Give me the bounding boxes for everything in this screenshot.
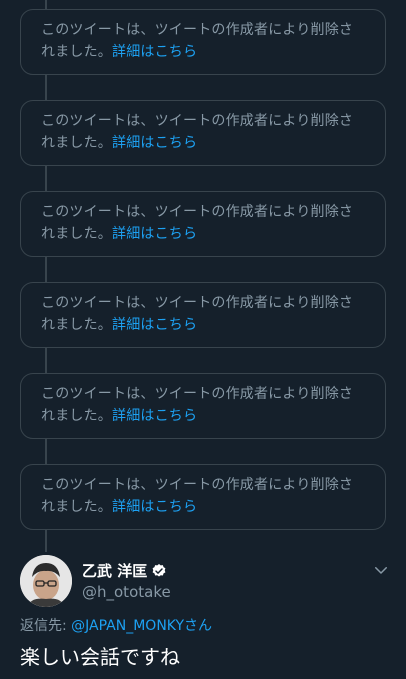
deleted-tweet-message-cont: れました。 [41,44,112,60]
deleted-tweet-message-cont: れました。 [41,135,112,151]
deleted-tweet-message-cont: れました。 [41,408,112,424]
tweet-text: 楽しい会話ですね [20,645,180,669]
deleted-tweet-message: このツイートは、ツイートの作成者により削除さ [41,477,354,493]
verified-badge-icon [152,564,166,577]
author-display-name[interactable]: 乙武 洋匡 [82,561,147,581]
deleted-tweet-message: このツイートは、ツイートの作成者により削除さ [41,295,354,311]
deleted-tweet-card[interactable]: このツイートは、ツイートの作成者により削除さ れました。詳細はこちら [20,9,386,75]
author-name-row[interactable]: 乙武 洋匡 [82,561,171,581]
tweet-author-row: 乙武 洋匡 @h_ototake [20,555,390,607]
learn-more-link[interactable]: 詳細はこちら [112,408,197,424]
author-handle[interactable]: @h_ototake [82,581,171,603]
learn-more-link[interactable]: 詳細はこちら [112,317,197,333]
learn-more-link[interactable]: 詳細はこちら [112,135,197,151]
avatar-image-icon [20,555,72,607]
learn-more-link[interactable]: 詳細はこちら [112,226,197,242]
chevron-down-icon[interactable] [372,561,390,579]
avatar[interactable] [20,555,72,607]
learn-more-link[interactable]: 詳細はこちら [112,499,197,515]
deleted-tweet-message-cont: れました。 [41,499,112,515]
deleted-tweet-message-cont: れました。 [41,317,112,333]
deleted-tweet-card[interactable]: このツイートは、ツイートの作成者により削除さ れました。詳細はこちら [20,373,386,439]
learn-more-link[interactable]: 詳細はこちら [112,44,197,60]
deleted-tweet-card[interactable]: このツイートは、ツイートの作成者により削除さ れました。詳細はこちら [20,100,386,166]
deleted-tweet-card[interactable]: このツイートは、ツイートの作成者により削除さ れました。詳細はこちら [20,464,386,530]
reply-mention-link[interactable]: @JAPAN_MONKY [71,618,184,634]
reply-mention-suffix[interactable]: さん [184,618,212,634]
deleted-tweet-message: このツイートは、ツイートの作成者により削除さ [41,113,354,129]
deleted-tweet-card[interactable]: このツイートは、ツイートの作成者により削除さ れました。詳細はこちら [20,191,386,257]
deleted-tweet-message: このツイートは、ツイートの作成者により削除さ [41,22,354,38]
reply-to-line: 返信先: @JAPAN_MONKYさん [20,615,212,637]
deleted-tweet-message: このツイートは、ツイートの作成者により削除さ [41,386,354,402]
deleted-tweet-card[interactable]: このツイートは、ツイートの作成者により削除さ れました。詳細はこちら [20,282,386,348]
deleted-tweet-message-cont: れました。 [41,226,112,242]
reply-to-label: 返信先: [20,618,72,634]
deleted-tweet-message: このツイートは、ツイートの作成者により削除さ [41,204,354,220]
